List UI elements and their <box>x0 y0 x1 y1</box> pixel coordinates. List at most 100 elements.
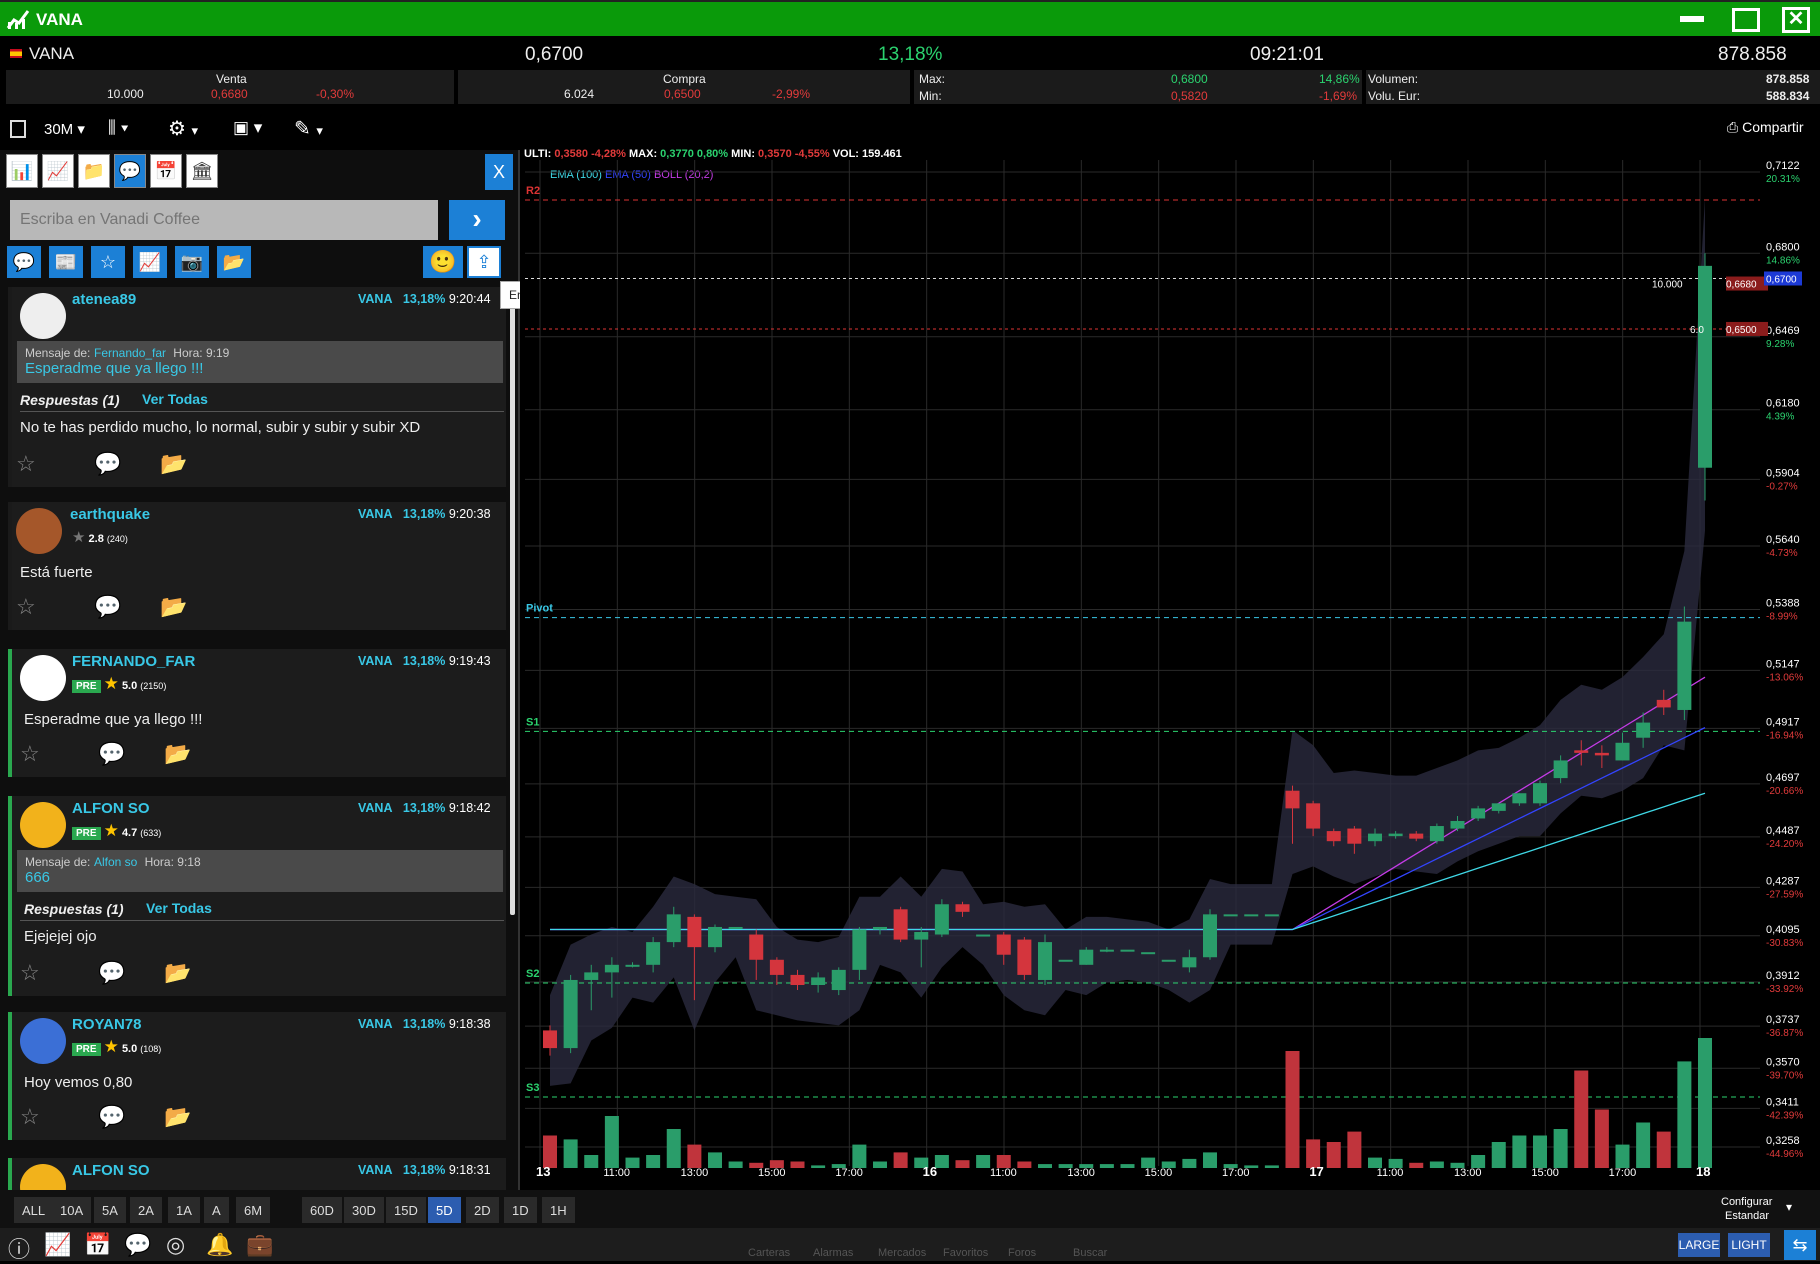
post-time: 9:18:31 <box>448 1163 491 1177</box>
gauge-icon[interactable]: ◎ <box>166 1232 185 1258</box>
timeframe-5d[interactable]: 5D <box>428 1197 461 1223</box>
light-button[interactable]: LIGHT <box>1728 1233 1770 1257</box>
taskbar-buscar[interactable]: Buscar <box>1073 1247 1107 1259</box>
post-username[interactable]: FERNANDO_FAR <box>72 653 195 670</box>
config-label[interactable]: Configurar <box>1721 1196 1772 1208</box>
folder-tab-icon[interactable]: 📁 <box>78 154 110 188</box>
timeframe-60d[interactable]: 60D <box>302 1197 342 1223</box>
candle-body <box>914 932 929 940</box>
folder-icon[interactable]: 📂 <box>160 594 187 620</box>
upload-photo-button[interactable]: ⇪ <box>467 246 501 278</box>
taskbar-favoritos[interactable]: Favoritos <box>943 1247 988 1259</box>
timeframe-10a[interactable]: 10A <box>52 1197 92 1223</box>
settings-gear-icon[interactable]: ⚙ ▾ <box>168 116 198 141</box>
close-window-button[interactable]: ✕ <box>1782 7 1810 33</box>
send-arrow-button[interactable]: › <box>449 200 505 240</box>
messages-filter-icon[interactable]: 💬 <box>7 246 41 278</box>
post-username[interactable]: atenea89 <box>72 291 136 308</box>
calendar-tab-icon[interactable]: 📅 <box>150 154 182 188</box>
taskbar-alarmas[interactable]: Alarmas <box>813 1247 853 1259</box>
sync-icon[interactable]: ⇆ <box>1784 1230 1816 1260</box>
see-all-link[interactable]: Ver Todas <box>142 391 208 407</box>
post-username[interactable]: ALFON SO <box>72 800 150 817</box>
calendar-icon[interactable]: 📅 <box>84 1232 111 1258</box>
post-username[interactable]: ROYAN78 <box>72 1016 141 1033</box>
share-button[interactable]: ⎙ Compartir <box>1727 119 1804 136</box>
post-symbol[interactable]: VANA <box>358 292 393 306</box>
scrollbar[interactable] <box>510 290 515 915</box>
drawing-pen-icon[interactable]: ✎ ▾ <box>294 116 323 141</box>
post-symbol[interactable]: VANA <box>358 801 393 815</box>
volume-bar <box>584 1155 599 1168</box>
post-pct: 13,18% <box>402 801 446 815</box>
maximize-button[interactable] <box>1732 8 1760 32</box>
chat-message-input[interactable] <box>10 200 438 240</box>
candle-type-icon[interactable]: ⫼ ▾ <box>108 118 129 138</box>
folder-icon[interactable]: 📂 <box>164 1104 191 1130</box>
chart-filter-icon[interactable]: 📈 <box>133 246 167 278</box>
star-icon[interactable]: ☆ <box>16 451 36 477</box>
reply-icon[interactable]: 💬 <box>98 960 125 986</box>
post-symbol[interactable]: VANA <box>358 1017 393 1031</box>
price-chart[interactable]: ULTI: 0,3580 -4,28% MAX: 0,3770 0,80% MI… <box>520 146 1820 1181</box>
star-filter-icon[interactable]: ☆ <box>91 246 125 278</box>
volume-bar <box>1409 1162 1424 1168</box>
timeframe-2d[interactable]: 2D <box>466 1197 499 1223</box>
interval-dropdown[interactable]: 30M ▾ <box>44 120 85 138</box>
star-icon[interactable]: ☆ <box>20 960 40 986</box>
folder-icon[interactable]: 📂 <box>164 960 191 986</box>
post-symbol[interactable]: VANA <box>358 507 393 521</box>
chat-icon[interactable]: 💬 <box>124 1232 151 1258</box>
bank-tab-icon[interactable]: 🏛 <box>186 154 218 188</box>
close-panel-button[interactable]: X <box>485 154 513 190</box>
chat-tab-icon[interactable]: 💬 <box>114 154 146 188</box>
post-symbol[interactable]: VANA <box>358 1163 393 1177</box>
timeframe-30d[interactable]: 30D <box>344 1197 384 1223</box>
indicators-icon[interactable]: ▣ ▾ <box>233 118 262 138</box>
reply-icon[interactable]: 💬 <box>98 741 125 767</box>
taskbar-mercados[interactable]: Mercados <box>878 1247 926 1259</box>
taskbar-carteras[interactable]: Carteras <box>748 1247 790 1259</box>
see-all-link[interactable]: Ver Todas <box>146 900 212 916</box>
timeframe-1h[interactable]: 1H <box>542 1197 575 1223</box>
reply-icon[interactable]: 💬 <box>98 1104 125 1130</box>
info-icon[interactable]: ⓘ <box>8 1232 30 1264</box>
timeframe-1d[interactable]: 1D <box>504 1197 537 1223</box>
emoji-button[interactable]: 🙂 <box>423 246 463 278</box>
bell-icon[interactable]: 🔔 <box>206 1232 233 1258</box>
timeframe-a[interactable]: A <box>204 1197 229 1223</box>
star-icon[interactable]: ☆ <box>20 741 40 767</box>
timeframe-1a[interactable]: 1A <box>168 1197 200 1223</box>
reply-icon[interactable]: 💬 <box>94 451 121 477</box>
folder-icon[interactable]: 📂 <box>160 451 187 477</box>
folder-icon[interactable]: 📂 <box>164 741 191 767</box>
config-value[interactable]: Estandar <box>1725 1210 1769 1222</box>
chart-icon[interactable]: 📈 <box>44 1232 71 1258</box>
post-symbol[interactable]: VANA <box>358 654 393 668</box>
config-dropdown-icon[interactable]: ▾ <box>1786 1200 1792 1214</box>
news-filter-icon[interactable]: 📰 <box>49 246 83 278</box>
large-button[interactable]: LARGE <box>1678 1233 1720 1257</box>
timeframe-all[interactable]: ALL <box>14 1197 54 1223</box>
line-chart-tab-icon[interactable]: 📈 <box>42 154 74 188</box>
reply-icon[interactable]: 💬 <box>94 594 121 620</box>
star-icon[interactable]: ☆ <box>20 1104 40 1130</box>
minimize-button[interactable] <box>1680 16 1704 22</box>
camera-filter-icon[interactable]: 📷 <box>175 246 209 278</box>
timeframe-5a[interactable]: 5A <box>94 1197 126 1223</box>
folder-filter-icon[interactable]: 📂 <box>217 246 251 278</box>
taskbar-foros[interactable]: Foros <box>1008 1247 1036 1259</box>
quoted-user[interactable]: Alfon so <box>94 855 137 869</box>
briefcase-icon[interactable]: 💼 <box>246 1232 273 1258</box>
candle-body <box>769 959 784 975</box>
quoted-user[interactable]: Fernando_far <box>94 346 166 360</box>
post-username[interactable]: earthquake <box>70 506 150 523</box>
chart-canvas[interactable]: R2 Pivot S1 S2 S3 13 11:00 13:00 15:00 17:00 16 11:… <box>520 146 1820 1181</box>
post-username[interactable]: ALFON SO <box>72 1162 150 1179</box>
star-icon[interactable]: ☆ <box>16 594 36 620</box>
timeframe-2a[interactable]: 2A <box>130 1197 162 1223</box>
panel-toggle-icon[interactable] <box>10 120 26 138</box>
timeframe-15d[interactable]: 15D <box>386 1197 426 1223</box>
bar-chart-tab-icon[interactable]: 📊 <box>6 154 38 188</box>
timeframe-6m[interactable]: 6M <box>236 1197 271 1223</box>
